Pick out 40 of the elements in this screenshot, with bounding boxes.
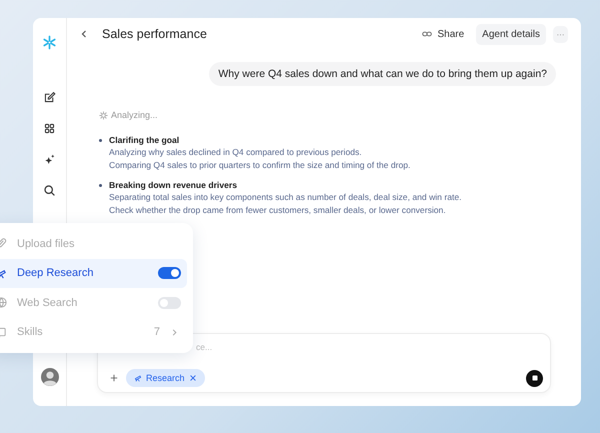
bullet bbox=[99, 139, 102, 142]
telescope-icon bbox=[134, 374, 142, 382]
stop-button[interactable] bbox=[526, 370, 543, 386]
agent-details-button[interactable]: Agent details bbox=[476, 24, 546, 44]
input-placeholder: ce... bbox=[196, 342, 214, 354]
link-icon bbox=[422, 30, 432, 38]
menu-label: Deep Research bbox=[17, 267, 94, 280]
chip-label: Research bbox=[146, 373, 185, 383]
edit-icon[interactable] bbox=[43, 91, 56, 104]
step-title: Clarifing the goal bbox=[109, 134, 180, 146]
plus-icon bbox=[110, 374, 118, 382]
stop-icon bbox=[530, 373, 540, 383]
toggle-switch[interactable] bbox=[158, 267, 181, 280]
step-text: Comparing Q4 sales to prior quarters to confirm the size and timing of the drop. bbox=[109, 158, 410, 171]
user-message: Why were Q4 sales down and what can we do to bring them up again? bbox=[209, 62, 556, 86]
step-text: Check whether the drop came from fewer customers, smaller deals, or lower conversion. bbox=[109, 204, 447, 216]
search-icon[interactable] bbox=[43, 184, 56, 197]
step-text: Separating total sales into key components such as number of deals, deal size, and win rate. bbox=[109, 191, 462, 204]
step-title: Breaking down revenue drivers bbox=[109, 179, 238, 191]
research-chip[interactable]: Research bbox=[126, 369, 205, 387]
toggle-switch[interactable] bbox=[158, 296, 181, 309]
menu-item[interactable]: Web Search bbox=[0, 288, 187, 318]
close-icon[interactable] bbox=[188, 374, 197, 382]
menu-label: Web Search bbox=[17, 296, 78, 309]
sparkle-icon[interactable] bbox=[43, 153, 56, 166]
gear-icon bbox=[99, 110, 108, 120]
step-text: Analyzing why sales declined in Q4 compared to previous periods. bbox=[109, 146, 363, 158]
back-icon[interactable] bbox=[79, 29, 89, 39]
add-button[interactable] bbox=[108, 372, 120, 384]
chevron-right-icon bbox=[170, 328, 179, 337]
status-text: Analyzing... bbox=[111, 110, 158, 120]
bullet bbox=[99, 184, 102, 187]
menu-label: Skills bbox=[17, 326, 44, 338]
share-button[interactable]: Share bbox=[422, 28, 464, 40]
more-button[interactable]: ··· bbox=[553, 26, 568, 42]
page-title: Sales performance bbox=[102, 27, 207, 41]
avatar[interactable] bbox=[40, 368, 58, 386]
menu-label: Upload files bbox=[17, 238, 76, 250]
menu-item[interactable]: Deep Research bbox=[0, 258, 187, 288]
grid-icon[interactable] bbox=[43, 122, 56, 135]
